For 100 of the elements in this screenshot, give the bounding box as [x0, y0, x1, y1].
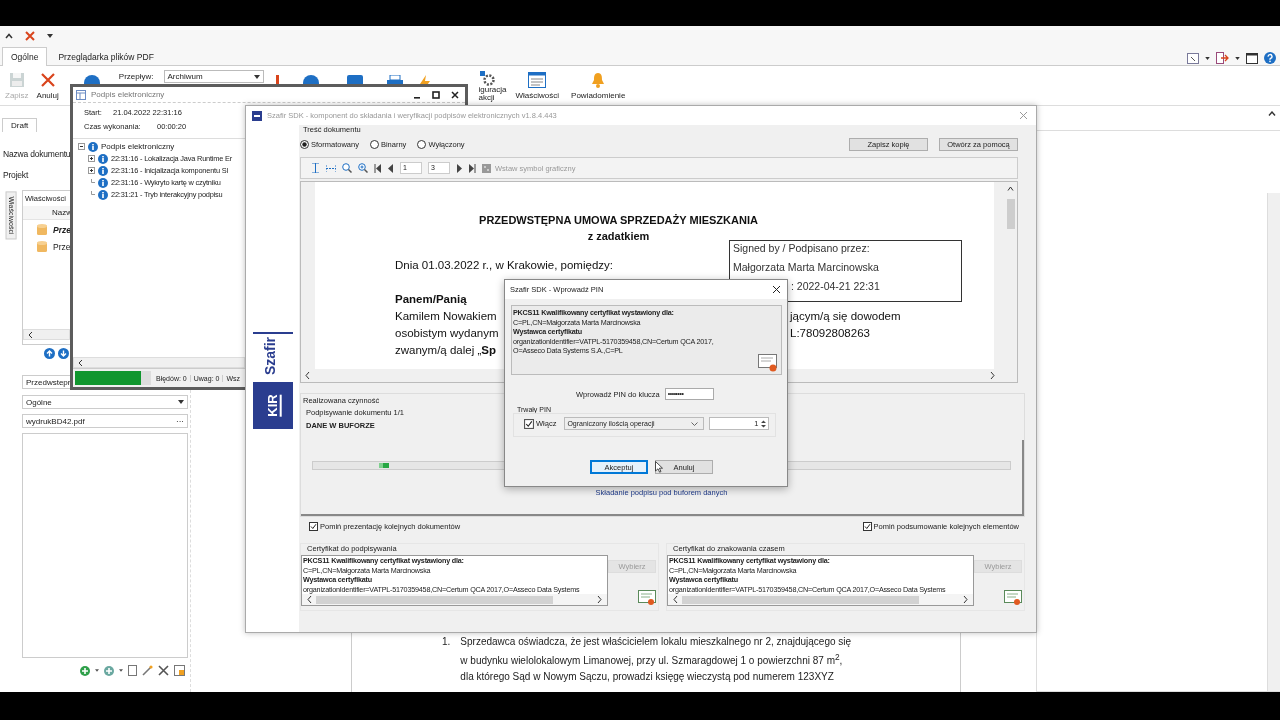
info-icon: [98, 153, 108, 164]
tree-item[interactable]: Podpis elektroniczny: [101, 142, 175, 151]
document-text: Kamilem Nowakiem: [395, 309, 497, 324]
gear-icon[interactable]: [478, 70, 495, 86]
next-page-icon[interactable]: [456, 163, 462, 173]
checkbox-icon[interactable]: [524, 418, 534, 429]
signature-text: : 2022-04-21 22:31: [791, 279, 880, 293]
brand-name: Szafir: [261, 336, 278, 376]
bell-icon: [591, 72, 606, 88]
collapse-icon[interactable]: [5, 32, 13, 39]
dropdown-caret-icon[interactable]: [1235, 56, 1240, 60]
info-icon: [98, 177, 108, 188]
notification-button[interactable]: Powiadomienie: [568, 70, 629, 102]
image-icon[interactable]: [174, 665, 185, 676]
radio-icon[interactable]: [300, 139, 309, 149]
add-icon[interactable]: [104, 665, 114, 676]
ribbon-label: iguracja: [478, 86, 507, 94]
maximize-icon[interactable]: [432, 90, 440, 99]
dropdown-caret-icon[interactable]: [47, 33, 53, 38]
document-icon[interactable]: [128, 665, 137, 676]
scroll-left-icon[interactable]: [78, 359, 83, 366]
down-arrow-icon[interactable]: [58, 348, 69, 359]
certificate-icon: [638, 590, 656, 606]
cancel-icon: [39, 72, 56, 88]
ribbon-tab[interactable]: Ogólne: [2, 47, 48, 66]
collapse-icon[interactable]: [1268, 111, 1276, 116]
radio-icon[interactable]: [369, 139, 379, 149]
cylinder-icon: [37, 241, 47, 252]
browse-button[interactable]: ···: [173, 416, 187, 426]
help-icon[interactable]: [1264, 52, 1276, 64]
list-item[interactable]: Prze: [53, 224, 71, 235]
scroll-right-icon[interactable]: [597, 596, 602, 603]
close-icon[interactable]: [772, 285, 781, 294]
scroll-right-icon[interactable]: [990, 372, 995, 379]
document-title: PRZEDWSTĘPNA UMOWA SPRZEDAŻY MIESZKANIA: [479, 214, 758, 226]
fit-width-icon[interactable]: [326, 163, 336, 173]
cylinder-icon: [37, 224, 47, 235]
document-text: zwanym/ą dalej „Sp: [395, 343, 496, 358]
window-icon: [76, 89, 86, 100]
save-icon: [8, 72, 25, 88]
last-page-icon[interactable]: [468, 163, 476, 173]
ribbon-tab[interactable]: Przeglądarka plików PDF: [49, 47, 163, 65]
scroll-left-icon[interactable]: [307, 596, 312, 603]
wand-icon[interactable]: [142, 665, 153, 676]
file-field[interactable]: wydrukBD42.pdf ···: [22, 414, 188, 428]
field-label: Projekt: [3, 170, 29, 180]
properties-button[interactable]: Właściwości: [512, 70, 563, 102]
scroll-left-icon[interactable]: [305, 372, 310, 379]
logo-text: KIR: [264, 394, 282, 417]
fit-height-icon[interactable]: [311, 163, 320, 173]
add-icon[interactable]: [80, 665, 90, 676]
flow-label: Przepływ:: [118, 72, 154, 81]
ribbon-label: akcji: [478, 94, 495, 102]
dropdown-caret-icon[interactable]: [1205, 56, 1210, 60]
mouse-cursor-icon: [655, 461, 663, 473]
close-icon[interactable]: [451, 90, 459, 99]
dropdown-caret-icon[interactable]: [119, 669, 123, 672]
expander-icon[interactable]: [88, 167, 95, 174]
list-item[interactable]: Prze: [53, 241, 71, 252]
caret-icon: [253, 74, 260, 79]
app-icon: [252, 110, 262, 121]
checkbox-icon[interactable]: [309, 522, 318, 531]
expander-icon[interactable]: [78, 143, 85, 150]
previous-page-icon[interactable]: [388, 163, 394, 173]
certificate-icon: [1004, 590, 1022, 606]
zoom-out-icon[interactable]: [342, 163, 352, 173]
signature-text: Signed by / Podpisano przez:: [733, 241, 870, 255]
expander-icon[interactable]: [88, 155, 95, 162]
flow-select[interactable]: Archiwum: [163, 70, 264, 83]
category-select[interactable]: Ogólne: [22, 395, 188, 409]
export-icon[interactable]: [1216, 52, 1229, 64]
scroll-thumb[interactable]: [1006, 199, 1015, 229]
signature-text: Małgorzata Marta Marcinowska: [733, 260, 879, 274]
dropdown-caret-icon[interactable]: [95, 669, 99, 672]
window-title: Podpis elektroniczny: [91, 90, 166, 99]
document-text: w budynku wielolokalowym Limanowej, przy ul. Szmaragdowej 1 o powierzchni 87 m$^{2}$,: [460, 651, 844, 666]
window-layout-icon[interactable]: [1187, 52, 1199, 64]
scroll-left-icon[interactable]: [673, 596, 678, 603]
window-icon[interactable]: [1246, 52, 1258, 64]
info-icon: [98, 189, 108, 200]
scroll-left-icon[interactable]: [28, 331, 33, 338]
up-arrow-icon[interactable]: [44, 348, 55, 359]
field-label: Nazwa dokumentu: [3, 149, 71, 159]
document-text: jącym/ą się dowodem: [790, 309, 901, 324]
document-text: dla którego Sąd w Nowym Sączu, prowadzi księgę wieczystą pod numerem 123XYZ: [460, 671, 835, 682]
first-page-icon[interactable]: [374, 163, 382, 173]
scroll-right-icon[interactable]: [963, 596, 968, 603]
scroll-up-icon[interactable]: [1007, 186, 1014, 191]
caret-icon: [691, 421, 699, 426]
checkbox-icon[interactable]: [862, 522, 872, 531]
marker-icon[interactable]: [275, 75, 279, 85]
document-text: Panem/Panią: [395, 292, 467, 307]
radio-icon[interactable]: [417, 139, 427, 149]
document-tab[interactable]: Draft: [2, 118, 38, 132]
document-text: Dnia 01.03.2022 r., w Krakowie, pomiędzy:: [395, 258, 613, 273]
document-text: osobistym wydanym: [395, 326, 499, 341]
document-text: Sprzedawca oświadcza, że jest właścicielem lokalu mieszkalnego nr 2, znajdującego się: [460, 635, 852, 647]
ribbon-button[interactable]: Anuluj: [33, 70, 62, 102]
zoom-in-icon[interactable]: [358, 163, 368, 173]
spin-arrows-icon[interactable]: [760, 418, 768, 429]
